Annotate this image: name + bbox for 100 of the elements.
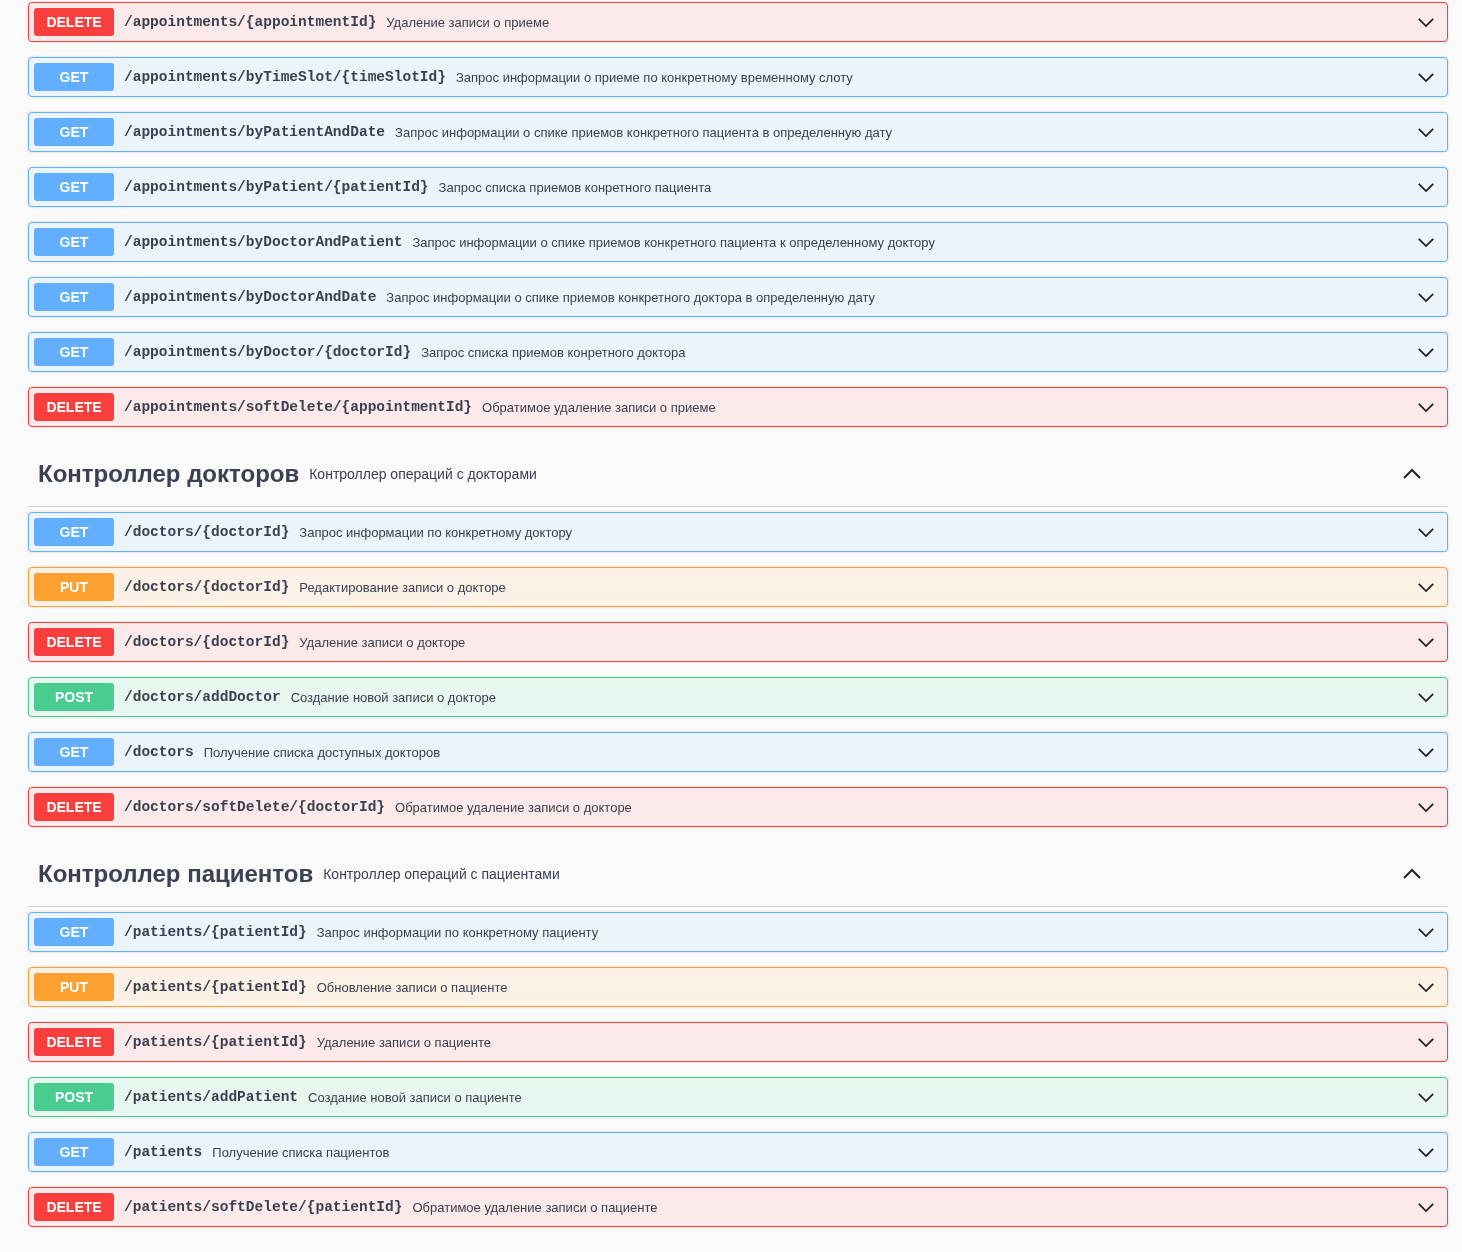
endpoint-row[interactable]: PUT /patients/{patientId} Обновление записи о пациенте bbox=[28, 967, 1448, 1007]
endpoint-path: /doctors/{doctorId} bbox=[124, 524, 290, 540]
method-badge: GET bbox=[34, 338, 114, 366]
endpoint-row[interactable]: GET /appointments/byPatient/{patientId} Запрос списка приемов конретного пациента bbox=[28, 167, 1448, 207]
method-badge: GET bbox=[34, 173, 114, 201]
endpoint-row[interactable]: GET /appointments/byDoctor/{doctorId} Запрос списка приемов конретного доктора bbox=[28, 332, 1448, 372]
chevron-down-icon[interactable] bbox=[1417, 981, 1435, 993]
endpoint-path: /patients bbox=[124, 1144, 203, 1160]
endpoint-summary: Создание новой записи о пациенте bbox=[308, 1089, 523, 1105]
endpoint-path: /doctors/{doctorId} bbox=[124, 579, 290, 595]
endpoint-summary: Запрос информации по конкретному пациенту bbox=[316, 924, 600, 940]
endpoint-path: /doctors bbox=[124, 744, 194, 760]
chevron-down-icon[interactable] bbox=[1417, 16, 1435, 28]
method-badge: DELETE bbox=[34, 1193, 114, 1221]
chevron-down-icon[interactable] bbox=[1417, 526, 1435, 538]
endpoint-path: /patients/{patientId} bbox=[124, 979, 307, 995]
method-badge: GET bbox=[34, 63, 114, 91]
chevron-down-icon[interactable] bbox=[1417, 926, 1435, 938]
endpoint-row[interactable]: GET /appointments/byDoctorAndDate Запрос информации о спике приемов конкретного доктора в определенную дату bbox=[28, 277, 1448, 317]
endpoint-row[interactable]: POST /patients/addPatient Создание новой записи о пациенте bbox=[28, 1077, 1448, 1117]
endpoint-summary: Запрос информации по конкретному доктору bbox=[299, 524, 574, 540]
endpoint-path: /doctors/softDelete/{doctorId} bbox=[124, 799, 386, 815]
chevron-down-icon[interactable] bbox=[1417, 1036, 1435, 1048]
endpoint-summary: Создание новой записи о докторе bbox=[290, 689, 497, 705]
endpoint-path: /appointments/{appointmentId} bbox=[124, 14, 377, 30]
endpoint-summary: Обратимое удаление записи о приеме bbox=[482, 399, 717, 415]
endpoint-path: /appointments/byDoctor/{doctorId} bbox=[124, 344, 412, 360]
endpoint-path: /appointments/byDoctorAndDate bbox=[124, 289, 377, 305]
endpoint-row[interactable]: GET /appointments/byTimeSlot/{timeSlotId} Запрос информации о приеме по конкретному временному слоту bbox=[28, 57, 1448, 97]
chevron-up-icon[interactable] bbox=[1402, 468, 1422, 480]
endpoint-row[interactable]: DELETE /patients/{patientId} Удаление записи о пациенте bbox=[28, 1022, 1448, 1062]
chevron-down-icon[interactable] bbox=[1417, 801, 1435, 813]
section-title: Контроллер пациентов bbox=[38, 860, 314, 888]
chevron-down-icon[interactable] bbox=[1417, 401, 1435, 413]
method-badge: GET bbox=[34, 283, 114, 311]
method-badge: DELETE bbox=[34, 793, 114, 821]
endpoint-summary: Удаление записи о приеме bbox=[386, 14, 551, 30]
chevron-down-icon[interactable] bbox=[1417, 126, 1435, 138]
section-header[interactable]: Контроллер пациентов Контроллер операций с пациентами bbox=[28, 842, 1448, 907]
endpoint-summary: Запрос информации о спике приемов конкретного доктора в определенную дату bbox=[386, 289, 877, 305]
endpoint-row[interactable]: DELETE /appointments/softDelete/{appointmentId} Обратимое удаление записи о приеме bbox=[28, 387, 1448, 427]
chevron-down-icon[interactable] bbox=[1417, 1091, 1435, 1103]
chevron-down-icon[interactable] bbox=[1417, 1201, 1435, 1213]
endpoint-row[interactable]: DELETE /appointments/{appointmentId} Удаление записи о приеме bbox=[28, 2, 1448, 42]
chevron-down-icon[interactable] bbox=[1417, 746, 1435, 758]
method-badge: GET bbox=[34, 918, 114, 946]
endpoint-path: /doctors/addDoctor bbox=[124, 689, 281, 705]
chevron-down-icon[interactable] bbox=[1417, 1146, 1435, 1158]
chevron-down-icon[interactable] bbox=[1417, 236, 1435, 248]
chevron-down-icon[interactable] bbox=[1417, 691, 1435, 703]
method-badge: DELETE bbox=[34, 393, 114, 421]
endpoint-path: /appointments/byTimeSlot/{timeSlotId} bbox=[124, 69, 446, 85]
endpoint-path: /patients/softDelete/{patientId} bbox=[124, 1199, 403, 1215]
endpoint-summary: Обратимое удаление записи о пациенте bbox=[412, 1199, 659, 1215]
endpoint-path: /patients/{patientId} bbox=[124, 924, 307, 940]
endpoint-row[interactable]: GET /patients Получение списка пациентов bbox=[28, 1132, 1448, 1172]
section-description: Контроллер операций с пациентами bbox=[323, 866, 561, 882]
endpoint-row[interactable]: POST /doctors/addDoctor Создание новой записи о докторе bbox=[28, 677, 1448, 717]
chevron-up-icon[interactable] bbox=[1402, 868, 1422, 880]
method-badge: POST bbox=[34, 683, 114, 711]
method-badge: DELETE bbox=[34, 628, 114, 656]
endpoint-summary: Удаление записи о пациенте bbox=[316, 1034, 493, 1050]
endpoint-summary: Редактирование записи о докторе bbox=[299, 579, 507, 595]
endpoint-row[interactable]: PUT /doctors/{doctorId} Редактирование записи о докторе bbox=[28, 567, 1448, 607]
chevron-down-icon[interactable] bbox=[1417, 581, 1435, 593]
chevron-down-icon[interactable] bbox=[1417, 636, 1435, 648]
endpoint-summary: Получение списка пациентов bbox=[212, 1144, 391, 1160]
endpoint-path: /patients/{patientId} bbox=[124, 1034, 307, 1050]
endpoint-path: /appointments/byDoctorAndPatient bbox=[124, 234, 403, 250]
endpoint-row[interactable]: GET /appointments/byDoctorAndPatient Запрос информации о спике приемов конкретного пациента к определенному доктору bbox=[28, 222, 1448, 262]
method-badge: GET bbox=[34, 1138, 114, 1166]
endpoint-summary: Запрос информации о спике приемов конкретного пациента в определенную дату bbox=[395, 124, 894, 140]
endpoint-row[interactable]: DELETE /doctors/{doctorId} Удаление записи о докторе bbox=[28, 622, 1448, 662]
method-badge: PUT bbox=[34, 973, 114, 1001]
endpoint-row[interactable]: GET /doctors Получение списка доступных докторов bbox=[28, 732, 1448, 772]
method-badge: GET bbox=[34, 518, 114, 546]
endpoint-row[interactable]: GET /patients/{patientId} Запрос информации по конкретному пациенту bbox=[28, 912, 1448, 952]
endpoint-path: /appointments/byPatient/{patientId} bbox=[124, 179, 429, 195]
chevron-down-icon[interactable] bbox=[1417, 71, 1435, 83]
endpoint-row[interactable]: GET /doctors/{doctorId} Запрос информации по конкретному доктору bbox=[28, 512, 1448, 552]
endpoint-row[interactable]: DELETE /patients/softDelete/{patientId} Обратимое удаление записи о пациенте bbox=[28, 1187, 1448, 1227]
section-title: Контроллер докторов bbox=[38, 460, 300, 488]
endpoint-summary: Получение списка доступных докторов bbox=[203, 744, 442, 760]
method-badge: GET bbox=[34, 738, 114, 766]
chevron-down-icon[interactable] bbox=[1417, 181, 1435, 193]
endpoint-summary: Обратимое удаление записи о докторе bbox=[395, 799, 633, 815]
method-badge: DELETE bbox=[34, 1028, 114, 1056]
section-header[interactable]: Контроллер докторов Контроллер операций с докторами bbox=[28, 442, 1448, 507]
method-badge: POST bbox=[34, 1083, 114, 1111]
endpoint-summary: Запрос списка приемов конретного пациента bbox=[438, 179, 713, 195]
endpoint-summary: Удаление записи о докторе bbox=[299, 634, 467, 650]
endpoint-path: /doctors/{doctorId} bbox=[124, 634, 290, 650]
endpoint-row[interactable]: DELETE /doctors/softDelete/{doctorId} Обратимое удаление записи о докторе bbox=[28, 787, 1448, 827]
chevron-down-icon[interactable] bbox=[1417, 346, 1435, 358]
chevron-down-icon[interactable] bbox=[1417, 291, 1435, 303]
endpoint-summary: Запрос информации о спике приемов конкретного пациента к определенному доктору bbox=[412, 234, 936, 250]
method-badge: DELETE bbox=[34, 8, 114, 36]
endpoint-row[interactable]: GET /appointments/byPatientAndDate Запрос информации о спике приемов конкретного пациента в определенную дату bbox=[28, 112, 1448, 152]
endpoint-path: /appointments/softDelete/{appointmentId} bbox=[124, 399, 473, 415]
section-description: Контроллер операций с докторами bbox=[309, 466, 538, 482]
